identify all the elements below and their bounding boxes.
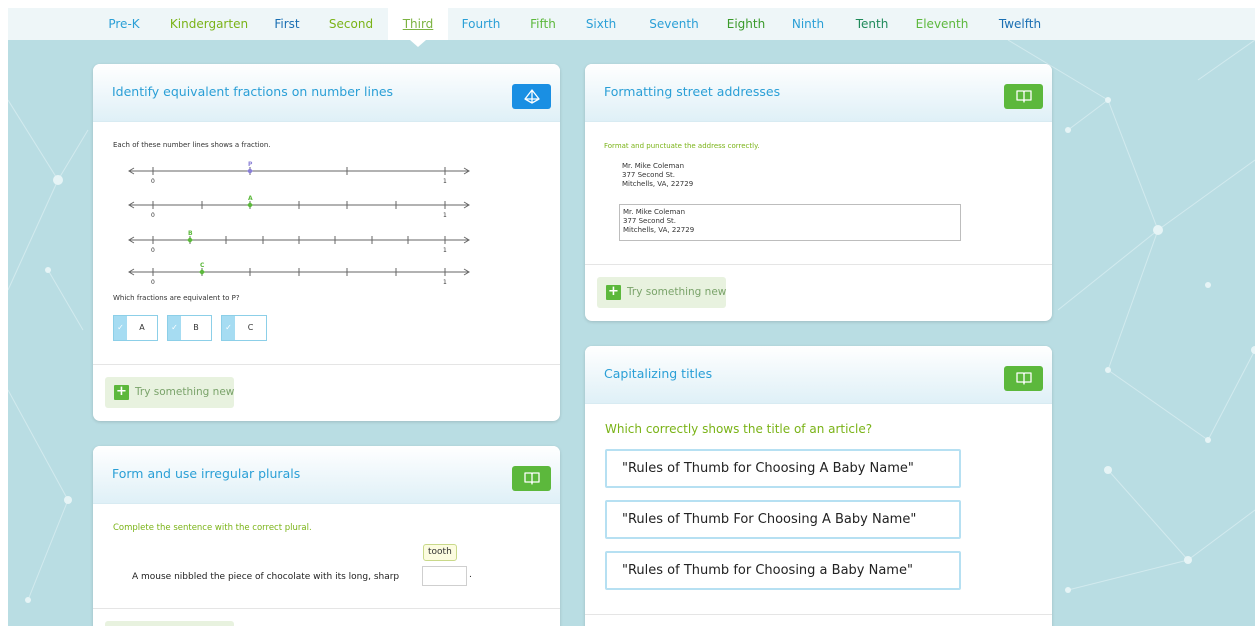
check-icon: ✓ — [114, 316, 127, 340]
address-line: 377 Second St. — [622, 171, 675, 179]
choice-label: C — [247, 323, 254, 332]
try-something-new-button[interactable]: + Try something new — [597, 277, 726, 308]
nav-twelfth[interactable]: Twelfth — [994, 8, 1046, 40]
point-label: P — [248, 161, 253, 168]
hint-tooltip: tooth — [423, 544, 457, 561]
nav-sixth[interactable]: Sixth — [582, 8, 620, 40]
nav-first[interactable]: First — [268, 8, 306, 40]
answer-option-2[interactable]: "Rules of Thumb For Choosing A Baby Name… — [605, 500, 961, 539]
card-capitalizing-titles: Capitalizing titles Which correctly show… — [585, 346, 1052, 626]
nav-eleventh[interactable]: Eleventh — [913, 8, 971, 40]
nav-second[interactable]: Second — [324, 8, 378, 40]
card-equivalent-fractions: Identify equivalent fractions on number … — [93, 64, 560, 421]
tick-label: 0 — [151, 279, 155, 286]
question-text: Which fractions are equivalent to P? — [113, 294, 240, 302]
instruction-text: Format and punctuate the address correct… — [604, 142, 760, 150]
sentence-period: . — [469, 570, 472, 580]
choice-a[interactable]: ✓ A — [113, 315, 158, 341]
fraction-point — [199, 269, 205, 275]
intro-text: Each of these number lines shows a fract… — [113, 141, 271, 149]
answer-option-3[interactable]: "Rules of Thumb for Choosing a Baby Name… — [605, 551, 961, 590]
book-icon — [1015, 90, 1032, 103]
tick-label: 1 — [443, 212, 447, 219]
choice-c[interactable]: ✓ C — [221, 315, 267, 341]
card-header: Capitalizing titles — [585, 346, 1052, 404]
nav-fourth[interactable]: Fourth — [458, 8, 504, 40]
divider — [585, 614, 1052, 615]
address-answer-box[interactable]: Mr. Mike Coleman 377 Second St. Mitchell… — [619, 204, 961, 241]
hint-word: tooth — [428, 547, 452, 557]
answer-line: Mitchells, VA, 22729 — [623, 226, 695, 234]
fraction-point — [247, 202, 253, 208]
point-label: A — [248, 195, 253, 202]
check-icon: ✓ — [168, 316, 181, 340]
skill-badge[interactable] — [512, 466, 551, 491]
choice-b[interactable]: ✓ B — [167, 315, 212, 341]
card-header: Identify equivalent fractions on number … — [93, 64, 560, 122]
skill-badge[interactable] — [1004, 366, 1043, 391]
try-something-new-button[interactable] — [105, 621, 234, 626]
instruction-text: Complete the sentence with the correct p… — [113, 523, 312, 533]
nav-fifth[interactable]: Fifth — [526, 8, 560, 40]
card-title[interactable]: Identify equivalent fractions on number … — [112, 84, 393, 99]
tick-label: 1 — [443, 279, 447, 286]
card-title[interactable]: Formatting street addresses — [604, 84, 780, 99]
book-icon — [1015, 372, 1032, 385]
nav-eighth[interactable]: Eighth — [724, 8, 768, 40]
answer-option-1[interactable]: "Rules of Thumb for Choosing A Baby Name… — [605, 449, 961, 488]
card-street-addresses: Formatting street addresses Format and p… — [585, 64, 1052, 321]
tick-label: 1 — [443, 247, 447, 254]
point-label: C — [200, 262, 205, 269]
divider — [93, 364, 560, 365]
nav-kindergarten[interactable]: Kindergarten — [163, 8, 255, 40]
card-header: Form and use irregular plurals — [93, 446, 560, 504]
skill-badge[interactable] — [1004, 84, 1043, 109]
point-label: B — [188, 230, 193, 237]
tick-label: 0 — [151, 178, 155, 185]
plus-icon: + — [606, 285, 621, 300]
sentence-text: A mouse nibbled the piece of chocolate w… — [132, 572, 400, 582]
tick-label: 0 — [151, 247, 155, 254]
try-label: Try something new — [135, 386, 235, 398]
nav-ninth[interactable]: Ninth — [790, 8, 826, 40]
try-label: Try something new — [627, 286, 727, 298]
divider — [93, 608, 560, 609]
tick-label: 0 — [151, 212, 155, 219]
plus-icon: + — [114, 385, 129, 400]
address-block: Mr. Mike Coleman 377 Second St. Mitchell… — [622, 162, 693, 189]
nav-seventh[interactable]: Seventh — [646, 8, 702, 40]
divider — [585, 264, 1052, 265]
address-line: Mr. Mike Coleman — [622, 162, 685, 170]
address-line: Mitchells, VA, 22729 — [622, 180, 694, 188]
fraction-point — [247, 168, 253, 174]
skill-badge[interactable] — [512, 84, 551, 109]
card-header: Formatting street addresses — [585, 64, 1052, 122]
answer-line: Mr. Mike Coleman — [623, 208, 686, 216]
number-lines: 0 1 P 0 1 A 0 1 B 0 1 C — [128, 161, 470, 286]
card-title[interactable]: Capitalizing titles — [604, 366, 712, 381]
choice-label: B — [193, 323, 199, 332]
card-title[interactable]: Form and use irregular plurals — [112, 466, 300, 481]
nav-tenth[interactable]: Tenth — [853, 8, 891, 40]
tick-label: 1 — [443, 178, 447, 185]
book-icon — [523, 472, 540, 485]
nav-third[interactable]: Third — [388, 8, 448, 47]
choice-label: A — [139, 323, 145, 332]
check-icon: ✓ — [222, 316, 235, 340]
fraction-point — [187, 237, 193, 243]
grade-navigation: Pre-K Kindergarten First Second Third Fo… — [8, 8, 1255, 47]
answer-line: 377 Second St. — [623, 217, 676, 225]
question-text: Which correctly shows the title of an ar… — [605, 422, 873, 436]
plural-answer-input[interactable] — [422, 566, 467, 586]
nav-pre-k[interactable]: Pre-K — [103, 8, 145, 40]
try-something-new-button[interactable]: + Try something new — [105, 377, 234, 408]
pyramid-icon — [523, 89, 540, 104]
card-irregular-plurals: Form and use irregular plurals Complete … — [93, 446, 560, 626]
